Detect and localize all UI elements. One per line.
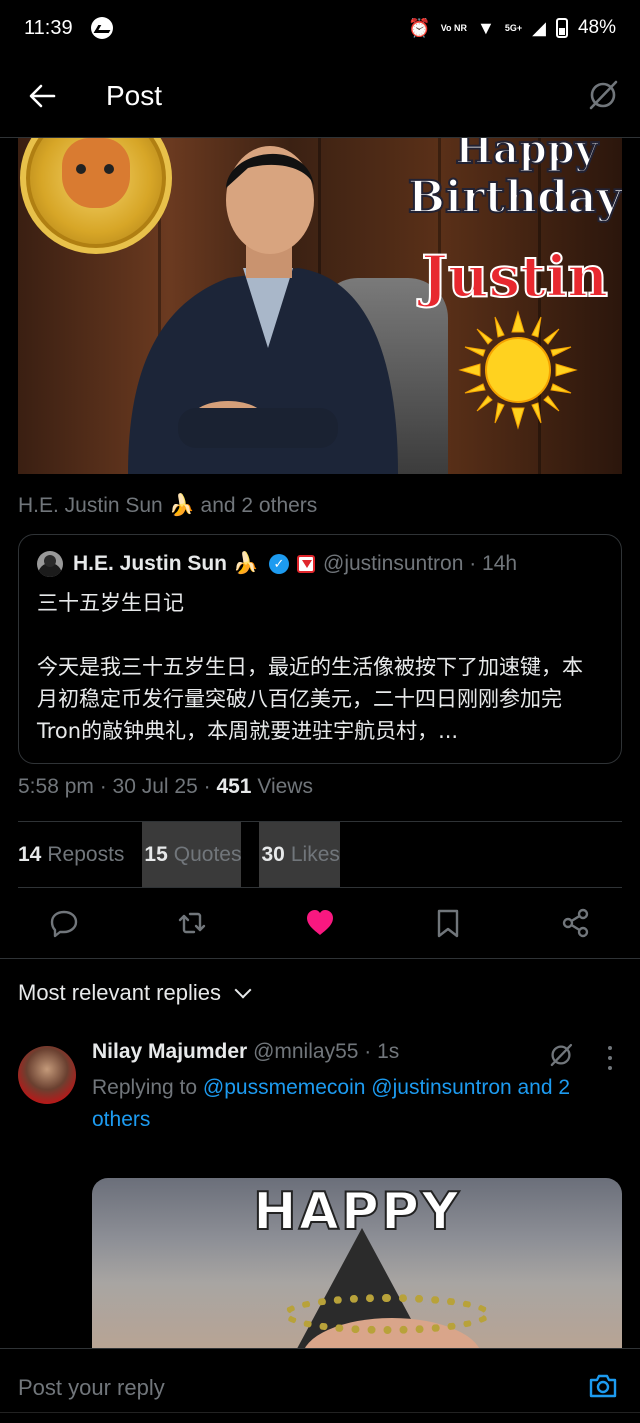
grok-icon[interactable] xyxy=(586,78,620,112)
quotes-stat[interactable]: 15 Quotes xyxy=(142,822,242,888)
reply-media[interactable]: HAPPY xyxy=(92,1178,622,1353)
share-icon[interactable] xyxy=(560,907,592,939)
reply-author-handle: @mnilay55 · 1s xyxy=(253,1040,400,1063)
sun-icon xyxy=(458,310,578,430)
status-time: 11:39 xyxy=(24,16,73,39)
reply-author-name[interactable]: Nilay Majumder xyxy=(92,1040,247,1063)
more-icon[interactable] xyxy=(606,1046,614,1070)
post-timestamp: 5:58 pm · 30 Jul 25 · xyxy=(18,775,217,798)
divider xyxy=(0,1412,640,1413)
page-title: Post xyxy=(106,80,163,111)
views-count: 451 xyxy=(216,775,252,798)
signal-icon: ◢ xyxy=(532,17,546,38)
reply-media-caption: HAPPY xyxy=(252,1181,461,1243)
quoted-author-handle: @justinsuntron · 14h xyxy=(323,552,518,575)
reposts-label: Reposts xyxy=(47,843,125,866)
grok-icon[interactable] xyxy=(548,1042,574,1068)
quoted-post[interactable]: H.E. Justin Sun 🍌 ✓ @justinsuntron · 14h… xyxy=(18,534,622,764)
quoted-post-text: 三十五岁生日记 今天是我三十五岁生日，最近的生活像被按下了加速键，本月初稳定币发… xyxy=(37,587,603,747)
wifi-icon: ▼ xyxy=(477,17,495,38)
engagement-stats: 14 Reposts 15 Quotes 30 Likes xyxy=(18,822,358,888)
camera-icon[interactable] xyxy=(588,1373,618,1399)
quoted-author-name: H.E. Justin Sun 🍌 xyxy=(73,552,259,575)
reply-sort-dropdown[interactable]: Most relevant replies xyxy=(18,980,252,1006)
quotes-label: Quotes xyxy=(173,843,242,866)
quoted-post-body: 今天是我三十五岁生日，最近的生活像被按下了加速键，本月初稳定币发行量突破八百亿美… xyxy=(37,655,583,743)
image-text-happy: Happy xyxy=(454,138,599,174)
quotes-count: 15 xyxy=(144,843,168,866)
post-meta: 5:58 pm · 30 Jul 25 · 451 Views xyxy=(18,775,313,799)
liked-by-text[interactable]: H.E. Justin Sun 🍌 and 2 others xyxy=(18,494,317,518)
likes-count: 30 xyxy=(261,843,285,866)
views-label: Views xyxy=(251,775,313,798)
quoted-post-title: 三十五岁生日记 xyxy=(37,591,184,615)
chevron-down-icon xyxy=(234,981,252,999)
reply-sort-label: Most relevant replies xyxy=(18,980,221,1005)
image-text-justin: Justin xyxy=(420,243,609,311)
messenger-icon xyxy=(90,17,113,39)
verified-badge-icon: ✓ xyxy=(269,554,289,574)
status-bar: 11:39 ⏰ Vo NR ▼ 5G+ ◢ 48% xyxy=(0,0,640,56)
network-indicator: 5G+ xyxy=(504,22,523,33)
avatar xyxy=(37,551,63,577)
replying-to: Replying to @pussmemecoin @justinsuntron… xyxy=(92,1072,628,1136)
affiliate-badge-icon xyxy=(297,555,315,573)
avatar[interactable] xyxy=(18,1046,76,1104)
battery-level: 48% xyxy=(577,17,616,38)
alarm-icon: ⏰ xyxy=(408,17,431,38)
top-app-bar: Post xyxy=(0,56,640,138)
reposts-count: 14 xyxy=(18,843,42,866)
likes-label: Likes xyxy=(290,843,340,866)
reposts-stat[interactable]: 14 Reposts xyxy=(18,822,142,888)
bookmark-icon[interactable] xyxy=(432,907,464,939)
post-image[interactable]: Happy Birthday Justin xyxy=(18,138,622,474)
battery-icon xyxy=(555,18,568,38)
repost-icon[interactable] xyxy=(176,907,208,939)
volte-indicator: Vo NR xyxy=(440,22,468,33)
likes-stat[interactable]: 30 Likes xyxy=(259,822,340,888)
quoted-post-header: H.E. Justin Sun 🍌 ✓ @justinsuntron · 14h xyxy=(37,551,603,577)
reply-header: Nilay Majumder @mnilay55 · 1s xyxy=(92,1040,399,1064)
back-arrow-icon[interactable] xyxy=(26,80,58,112)
replying-prefix: Replying to xyxy=(92,1076,203,1099)
divider xyxy=(18,887,622,888)
heart-icon[interactable] xyxy=(304,907,336,939)
reply-icon[interactable] xyxy=(48,907,80,939)
post-actions xyxy=(0,895,640,957)
reply-input[interactable]: Post your reply xyxy=(18,1375,165,1401)
image-text-birthday: Birthday xyxy=(407,171,622,224)
divider xyxy=(0,958,640,959)
status-icons: ⏰ Vo NR ▼ 5G+ ◢ 48% xyxy=(408,17,616,39)
